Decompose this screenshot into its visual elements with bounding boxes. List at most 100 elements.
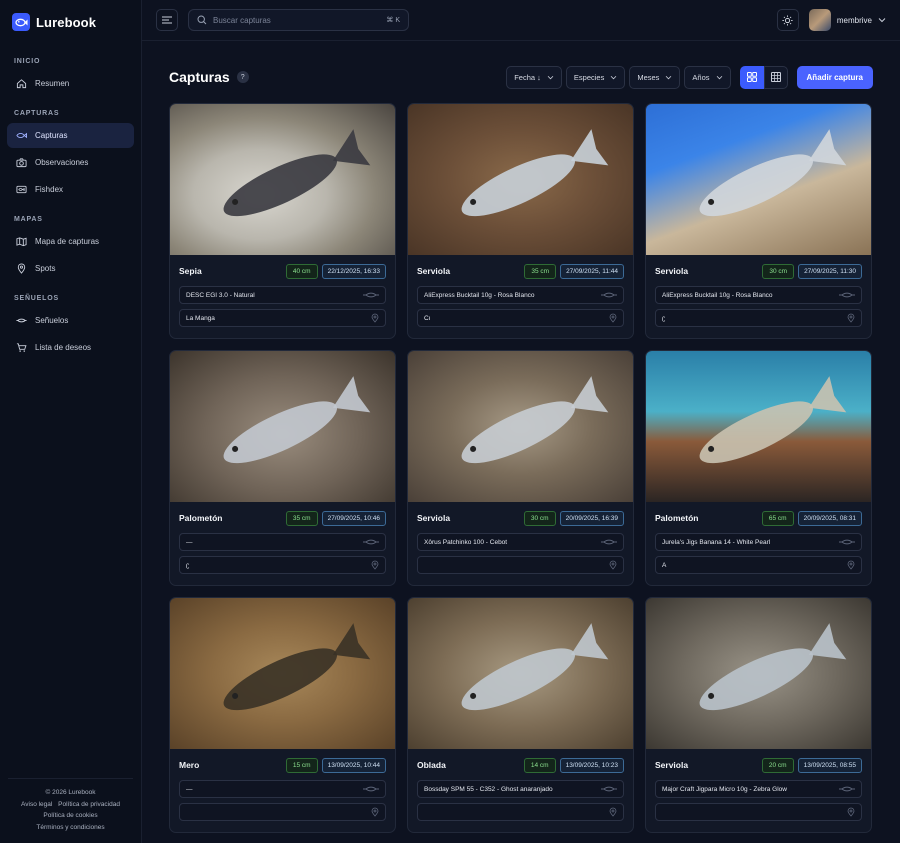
- filter-fecha[interactable]: Fecha ↓: [506, 65, 562, 89]
- add-capture-button[interactable]: Añadir captura: [796, 65, 873, 89]
- filter-label: Fecha ↓: [514, 72, 541, 82]
- species-name: Palometón: [179, 513, 223, 523]
- location-field: La Manga: [179, 309, 386, 327]
- theme-toggle-button[interactable]: [776, 9, 799, 31]
- lure-icon: [16, 318, 27, 323]
- sidebar-item-label: Spots: [35, 264, 56, 273]
- capture-card[interactable]: Serviola 30 cm 20/09/2025, 16:39 Xôrus P…: [407, 350, 634, 586]
- lure-name: Jurela's Jigs Banana 14 - White Pearl: [662, 538, 771, 546]
- brand-logo-icon: [12, 13, 30, 31]
- topbar: Buscar capturas ⌘ K membrive: [142, 0, 900, 41]
- capture-photo[interactable]: [646, 104, 871, 255]
- size-badge: 15 cm: [285, 757, 318, 773]
- cart-icon: [16, 343, 27, 352]
- capture-photo[interactable]: [408, 104, 633, 255]
- pin-icon: [847, 560, 855, 570]
- date-badge: 27/09/2025, 11:30: [798, 263, 862, 279]
- location-field: ʗ: [655, 309, 862, 327]
- fish-photo-icon: [699, 376, 847, 464]
- lure-name: DESC EGI 3.0 - Natural: [186, 291, 255, 299]
- brand[interactable]: Lurebook: [0, 0, 141, 44]
- date-badge: 27/09/2025, 10:46: [321, 510, 386, 526]
- lure-field: Major Craft Jigpara Micro 10g - Zebra Gl…: [655, 780, 862, 798]
- lure-name: —: [186, 538, 193, 546]
- brand-name: Lurebook: [36, 14, 97, 30]
- cookies-link[interactable]: Política de cookies: [43, 812, 97, 819]
- filter-especies[interactable]: Especies: [565, 65, 626, 89]
- location-field: A: [655, 556, 862, 574]
- capture-photo[interactable]: [408, 598, 633, 749]
- size-badge: 30 cm: [762, 263, 795, 279]
- capture-card[interactable]: Serviola 30 cm 27/09/2025, 11:30 AliExpr…: [645, 103, 872, 339]
- toggle-sidebar-button[interactable]: [156, 9, 178, 31]
- sidebar-item-capturas[interactable]: Capturas: [7, 123, 134, 148]
- size-badge: 40 cm: [285, 263, 318, 279]
- lure-field: Xôrus Patchinko 100 - Cebot: [417, 533, 624, 551]
- fish-photo-icon: [699, 129, 847, 217]
- lure-field: —: [179, 780, 386, 798]
- grid-view-button[interactable]: [739, 65, 764, 89]
- species-name: Serviola: [655, 760, 689, 770]
- search-input[interactable]: Buscar capturas ⌘ K: [188, 9, 409, 31]
- lure-name: Major Craft Jigpara Micro 10g - Zebra Gl…: [662, 785, 787, 793]
- capture-card[interactable]: Mero 15 cm 13/09/2025, 10:44 —: [169, 597, 396, 833]
- lure-icon: [839, 786, 855, 792]
- chevron-down-icon: [878, 18, 886, 23]
- capture-photo[interactable]: [170, 598, 395, 749]
- capture-card[interactable]: Palometón 65 cm 20/09/2025, 08:31 Jurela…: [645, 350, 872, 586]
- date-badge: 22/12/2025, 16:33: [321, 263, 386, 279]
- fish-icon: [16, 132, 27, 139]
- chevron-down-icon: [611, 75, 617, 79]
- sidebar-item-lista-de-deseos[interactable]: Lista de deseos: [7, 335, 134, 360]
- capture-photo[interactable]: [646, 598, 871, 749]
- aviso-legal-link[interactable]: Aviso legal: [21, 801, 52, 808]
- filter-label: Meses: [637, 72, 660, 82]
- filter-meses[interactable]: Meses: [629, 65, 681, 89]
- capture-card[interactable]: Serviola 35 cm 27/09/2025, 11:44 AliExpr…: [407, 103, 634, 339]
- fishdex-icon: [16, 185, 27, 194]
- capture-photo[interactable]: [646, 351, 871, 502]
- lure-icon: [363, 786, 379, 792]
- section-label-inicio: INICIO: [14, 58, 41, 65]
- size-badge: 35 cm: [524, 263, 557, 279]
- lure-icon: [839, 292, 855, 298]
- lure-icon: [601, 786, 617, 792]
- date-badge: 20/09/2025, 16:39: [559, 510, 624, 526]
- sidebar-item-label: Fishdex: [35, 185, 64, 194]
- sidebar-item-label: Capturas: [35, 131, 68, 140]
- filter-label: Años: [692, 72, 710, 82]
- capture-card[interactable]: Oblada 14 cm 13/09/2025, 10:23 Bossday S…: [407, 597, 634, 833]
- sidebar-item-spots[interactable]: Spots: [7, 256, 134, 281]
- location-field: [179, 803, 386, 821]
- species-name: Sepia: [179, 266, 202, 276]
- sidebar-item-observaciones[interactable]: Observaciones: [7, 150, 134, 175]
- user-menu[interactable]: membrive: [808, 9, 886, 31]
- location-name: ʗ: [186, 561, 190, 569]
- privacidad-link[interactable]: Política de privacidad: [58, 801, 120, 808]
- sidebar-item-label: Observaciones: [35, 158, 89, 167]
- capture-card[interactable]: Serviola 20 cm 13/09/2025, 08:55 Major C…: [645, 597, 872, 833]
- captures-grid: Sepia 40 cm 22/12/2025, 16:33 DESC EGI 3…: [169, 103, 873, 833]
- capture-photo[interactable]: [170, 351, 395, 502]
- sidebar-item-resumen[interactable]: Resumen: [7, 71, 134, 96]
- lure-field: Jurela's Jigs Banana 14 - White Pearl: [655, 533, 862, 551]
- location-name: ʗ: [662, 314, 666, 322]
- capture-card[interactable]: Palometón 35 cm 27/09/2025, 10:46 — ʗ: [169, 350, 396, 586]
- sidebar-item-label: Mapa de capturas: [35, 237, 100, 246]
- capture-photo[interactable]: [170, 104, 395, 255]
- pin-icon: [847, 807, 855, 817]
- capture-photo[interactable]: [408, 351, 633, 502]
- filter-anos[interactable]: Años: [684, 65, 731, 89]
- fish-photo-icon: [223, 376, 371, 464]
- filter-label: Especies: [573, 72, 605, 82]
- pin-icon: [371, 807, 379, 817]
- sidebar-item-senuelos[interactable]: Señuelos: [7, 308, 134, 333]
- table-view-button[interactable]: [763, 65, 788, 89]
- help-icon[interactable]: ?: [236, 71, 249, 83]
- capture-card[interactable]: Sepia 40 cm 22/12/2025, 16:33 DESC EGI 3…: [169, 103, 396, 339]
- sidebar-item-fishdex[interactable]: Fishdex: [7, 177, 134, 202]
- terminos-link[interactable]: Términos y condiciones: [36, 824, 104, 831]
- date-badge: 13/09/2025, 10:44: [321, 757, 386, 773]
- sidebar-item-label: Señuelos: [35, 316, 69, 325]
- sidebar-item-mapa-de-capturas[interactable]: Mapa de capturas: [7, 229, 134, 254]
